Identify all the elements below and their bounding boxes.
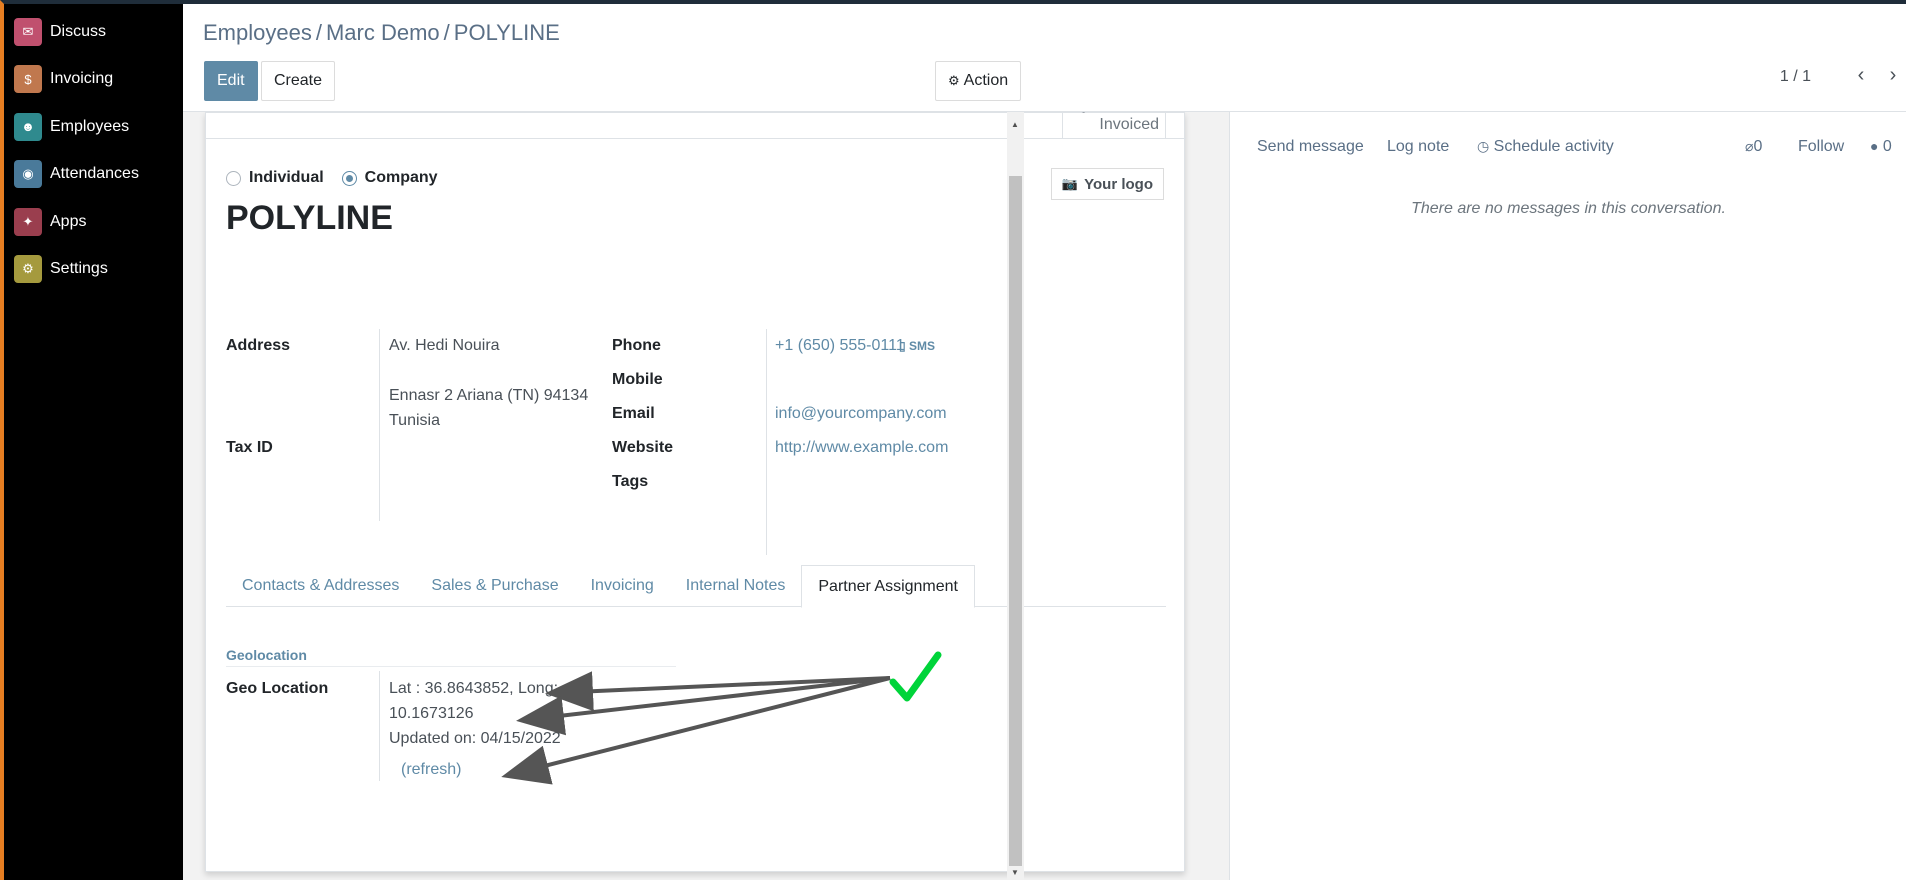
tab-contacts-addresses[interactable]: Contacts & Addresses xyxy=(226,565,415,607)
phone-value[interactable]: +1 (650) 555-0111 xyxy=(775,337,905,355)
mobile-icon: ▯ xyxy=(899,339,906,353)
geo-updated-on: Updated on: 04/15/2022 xyxy=(389,730,561,747)
send-message-button[interactable]: Send message xyxy=(1257,138,1364,156)
breadcrumb-marc-demo[interactable]: Marc Demo xyxy=(326,20,440,45)
radio-individual[interactable] xyxy=(226,170,241,186)
sms-button[interactable]: ▯ SMS xyxy=(899,339,935,353)
website-value[interactable]: http://www.example.com xyxy=(775,439,948,457)
sidebar-item-settings[interactable]: ⚙ Settings xyxy=(4,246,183,294)
scroll-down-icon[interactable]: ▼ xyxy=(1011,868,1019,877)
invoice-icon: ✎ xyxy=(1073,112,1086,119)
discuss-icon: ✉ xyxy=(14,17,42,46)
gear-icon: ⚙ xyxy=(948,73,960,88)
tab-internal-notes[interactable]: Internal Notes xyxy=(670,565,802,607)
sidebar-item-label: Invoicing xyxy=(50,70,114,88)
scroll-up-icon[interactable]: ▲ xyxy=(1011,120,1019,129)
logo-label: Your logo xyxy=(1084,175,1153,193)
geo-location-label: Geo Location xyxy=(226,680,329,697)
user-icon: ● xyxy=(1870,138,1879,154)
geo-lat-long: Lat : 36.8643852, Long: xyxy=(389,680,559,697)
create-button[interactable]: Create xyxy=(261,61,336,101)
address-label: Address xyxy=(226,337,291,354)
control-panel: Employees / Marc Demo / POLYLINE Edit Create… xyxy=(183,4,1906,112)
pager-next-icon[interactable]: › xyxy=(1880,64,1906,87)
tags-label: Tags xyxy=(612,473,649,490)
pager-previous-icon[interactable]: ‹ xyxy=(1848,64,1874,87)
action-label: Action xyxy=(963,72,1009,89)
divider xyxy=(766,329,767,555)
form-area: ✎ Invoiced Individual Company POLYLINE 📷… xyxy=(183,112,1207,880)
form-sheet: ✎ Invoiced Individual Company POLYLINE 📷… xyxy=(205,112,1186,872)
chatter-panel: Send message Log note ◷ Schedule activit… xyxy=(1229,112,1906,880)
notebook-tabs: Contacts & Addresses Sales & Purchase In… xyxy=(226,565,1166,608)
sidebar-item-discuss[interactable]: ✉ Discuss xyxy=(4,8,183,56)
sidebar-item-invoicing[interactable]: $ Invoicing xyxy=(4,56,183,104)
radio-company-label[interactable]: Company xyxy=(365,169,438,187)
sidebar-item-apps[interactable]: ✦ Apps xyxy=(4,198,183,246)
logo-upload-button[interactable]: 📷 Your logo xyxy=(1050,168,1164,200)
geo-refresh-link[interactable]: (refresh) xyxy=(401,761,461,779)
scroll-thumb[interactable] xyxy=(1009,176,1022,866)
schedule-activity-button[interactable]: ◷ Schedule activity xyxy=(1477,138,1614,156)
sidebar-item-label: Employees xyxy=(50,117,130,135)
button-box: ✎ Invoiced xyxy=(206,112,1186,139)
clock-icon: ◷ xyxy=(1477,138,1490,154)
form-scrollbar[interactable]: ▲ ▼ xyxy=(1007,112,1024,880)
app-sidebar: ✉ Discuss $ Invoicing ☻ Employees ◉ Attendan… xyxy=(0,0,183,880)
company-type-radio: Individual Company xyxy=(226,169,456,187)
sidebar-item-employees[interactable]: ☻ Employees xyxy=(4,103,183,151)
employees-icon: ☻ xyxy=(14,112,42,141)
schedule-activity-label: Schedule activity xyxy=(1493,138,1614,155)
pager-value[interactable]: 1 / 1 xyxy=(1780,68,1811,86)
email-value[interactable]: info@yourcompany.com xyxy=(775,405,947,423)
address-line2: Ennasr 2 Ariana (TN) 94134 xyxy=(389,387,589,404)
breadcrumb-current: POLYLINE xyxy=(453,20,560,45)
address-line1: Av. Hedi Nouira xyxy=(389,337,500,354)
tab-sales-purchase[interactable]: Sales & Purchase xyxy=(415,565,574,607)
invoiced-smart-button[interactable]: ✎ Invoiced xyxy=(1062,112,1166,139)
email-label: Email xyxy=(612,405,655,422)
settings-icon: ⚙ xyxy=(14,255,42,284)
geo-long-value: 10.1673126 xyxy=(389,705,474,722)
edit-button[interactable]: Edit xyxy=(204,61,258,101)
tax-id-label: Tax ID xyxy=(226,439,273,456)
geolocation-section-title: Geolocation xyxy=(226,647,676,667)
tab-invoicing[interactable]: Invoicing xyxy=(575,565,670,607)
radio-individual-label[interactable]: Individual xyxy=(249,169,324,187)
attendances-icon: ◉ xyxy=(14,160,42,189)
followers-button[interactable]: ● 0 xyxy=(1870,138,1892,156)
breadcrumb: Employees / Marc Demo / POLYLINE xyxy=(203,20,560,45)
breadcrumb-employees[interactable]: Employees xyxy=(203,20,312,45)
attachment-count: 0 xyxy=(1753,138,1763,155)
sidebar-item-label: Apps xyxy=(50,212,87,230)
divider xyxy=(379,329,380,521)
partner-name: POLYLINE xyxy=(226,199,393,237)
camera-icon: 📷 xyxy=(1061,176,1079,191)
website-label: Website xyxy=(612,439,674,456)
sidebar-item-label: Attendances xyxy=(50,165,139,183)
tab-partner-assignment[interactable]: Partner Assignment xyxy=(801,565,975,608)
sms-label: SMS xyxy=(908,339,935,353)
sidebar-item-attendances[interactable]: ◉ Attendances xyxy=(4,151,183,199)
sidebar-item-label: Discuss xyxy=(50,22,107,40)
sidebar-item-label: Settings xyxy=(50,260,108,278)
phone-label: Phone xyxy=(612,337,661,354)
attachments-button[interactable]: ⌀0 xyxy=(1745,138,1762,156)
action-button[interactable]: ⚙ Action xyxy=(935,61,1022,101)
log-note-button[interactable]: Log note xyxy=(1387,138,1449,156)
mobile-label: Mobile xyxy=(612,371,663,388)
invoiced-label: Invoiced xyxy=(1099,116,1159,133)
follow-button[interactable]: Follow xyxy=(1798,138,1844,156)
divider xyxy=(379,671,380,781)
address-line3: Tunisia xyxy=(389,412,440,429)
radio-company[interactable] xyxy=(341,170,357,186)
apps-icon: ✦ xyxy=(14,207,42,236)
empty-conversation-message: There are no messages in this conversati… xyxy=(1411,200,1726,217)
follower-count: 0 xyxy=(1882,138,1892,155)
invoicing-icon: $ xyxy=(14,65,42,94)
